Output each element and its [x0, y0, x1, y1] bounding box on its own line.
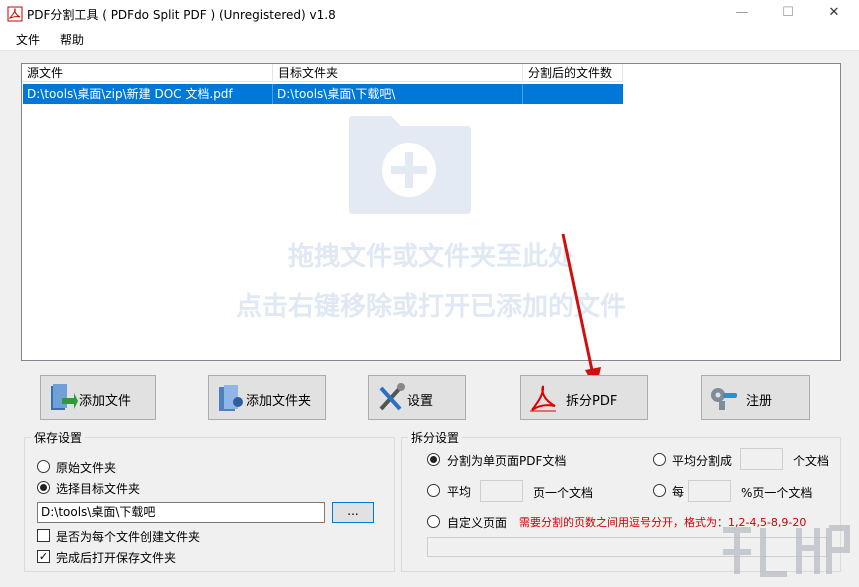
cell-target: D:\tools\桌面\下载吧\	[273, 84, 523, 104]
annotation-arrow	[561, 233, 601, 390]
settings-label: 设置	[407, 394, 434, 409]
drop-hint-line1: 拖拽文件或文件夹至此处	[287, 242, 574, 272]
add-folder-icon	[219, 385, 243, 411]
original-folder-radio[interactable]	[37, 460, 50, 473]
watermark-logo	[723, 525, 850, 577]
every-radio[interactable]	[653, 484, 666, 497]
original-folder-label[interactable]: 原始文件夹	[56, 459, 116, 476]
add-folder-placeholder-icon	[349, 116, 471, 214]
target-path-input[interactable]: D:\tools\桌面\下载吧	[37, 502, 325, 523]
choose-target-label[interactable]: 选择目标文件夹	[56, 480, 140, 497]
create-folder-checkbox[interactable]	[37, 529, 50, 542]
register-label: 注册	[746, 394, 773, 409]
column-source[interactable]: 源文件	[22, 64, 273, 82]
cell-count	[523, 84, 623, 104]
open-after-checkbox[interactable]: ✓	[37, 550, 50, 563]
average-label[interactable]: 平均	[447, 483, 471, 500]
menu-help[interactable]: 帮助	[60, 31, 84, 48]
file-drop-area[interactable]: 源文件 目标文件夹 分割后的文件数 D:\tools\桌面\zip\新建 DOC…	[21, 63, 841, 361]
add-folder-label: 添加文件夹	[246, 394, 312, 409]
drop-hint-line2: 点击右键移除或打开已添加的文件	[235, 292, 626, 322]
open-after-label[interactable]: 完成后打开保存文件夹	[56, 549, 176, 566]
settings-button[interactable]: 设置	[368, 375, 466, 420]
average-radio[interactable]	[427, 484, 440, 497]
menu-file[interactable]: 文件	[16, 31, 40, 48]
pages-per-doc-label: 页一个文档	[533, 486, 594, 500]
add-file-icon	[51, 384, 78, 410]
split-evenly-radio[interactable]	[653, 453, 666, 466]
maximize-button[interactable]: ☐	[765, 0, 811, 28]
save-settings-group: 保存设置 原始文件夹 选择目标文件夹 D:\tools\桌面\下载吧 ... 是…	[24, 429, 395, 572]
custom-pages-label[interactable]: 自定义页面	[447, 514, 507, 531]
minimize-button[interactable]: —	[719, 0, 765, 28]
register-button[interactable]: 注册	[701, 375, 810, 420]
split-evenly-label[interactable]: 平均分割成	[672, 452, 732, 469]
single-page-label[interactable]: 分割为单页面PDF文档	[447, 452, 566, 469]
column-file-count[interactable]: 分割后的文件数	[523, 64, 623, 82]
add-file-button[interactable]: 添加文件	[40, 375, 156, 420]
title-bar: PDF分割工具 ( PDFdo Split PDF ) (Unregistere…	[0, 0, 859, 28]
split-settings-title: 拆分设置	[408, 429, 463, 446]
close-button[interactable]: ✕	[811, 0, 857, 28]
pages-per-doc-input[interactable]	[480, 480, 523, 502]
table-row[interactable]: D:\tools\桌面\zip\新建 DOC 文档.pdf D:\tools\桌…	[23, 84, 623, 104]
pdf-icon	[530, 385, 556, 412]
split-count-input[interactable]	[740, 448, 783, 470]
percent-per-doc-label: %页一个文档	[741, 486, 813, 500]
key-icon	[711, 388, 737, 410]
custom-pages-radio[interactable]	[427, 515, 440, 528]
cell-source: D:\tools\桌面\zip\新建 DOC 文档.pdf	[23, 84, 273, 104]
percent-input[interactable]	[688, 480, 731, 502]
app-pdf-icon	[7, 6, 23, 22]
add-file-label: 添加文件	[79, 394, 132, 409]
save-settings-title: 保存设置	[31, 429, 86, 446]
every-label[interactable]: 每	[672, 483, 684, 500]
menu-bar: 文件 帮助	[0, 28, 859, 51]
column-target[interactable]: 目标文件夹	[273, 64, 523, 82]
create-folder-label[interactable]: 是否为每个文件创建文件夹	[56, 528, 200, 545]
single-page-radio[interactable]	[427, 453, 440, 466]
browse-button[interactable]: ...	[332, 502, 374, 523]
docs-suffix-label: 个文档	[793, 454, 830, 468]
split-pdf-label: 拆分PDF	[566, 394, 618, 409]
window-title: PDF分割工具 ( PDFdo Split PDF ) (Unregistere…	[27, 8, 336, 22]
tools-icon	[379, 383, 405, 411]
choose-target-radio[interactable]	[37, 481, 50, 494]
split-pdf-button[interactable]: 拆分PDF	[520, 375, 648, 420]
add-folder-button[interactable]: 添加文件夹	[208, 375, 326, 420]
